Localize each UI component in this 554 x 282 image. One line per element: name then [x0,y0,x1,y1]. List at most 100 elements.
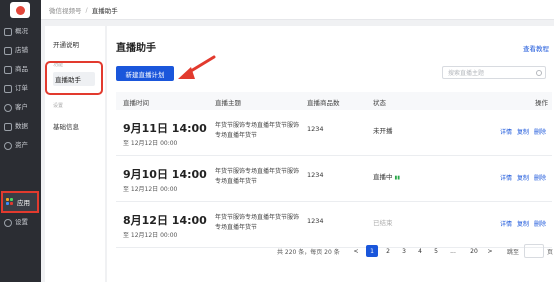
breadcrumb-separator: / [85,5,88,14]
row-actions: 详情 复制 删除 [500,127,551,136]
live-end-time: 至 12月12日 00:00 [123,232,178,239]
row-actions: 详情 复制 删除 [500,173,551,182]
sidebar-item-store[interactable]: 店铺 [0,44,41,57]
sidebar-item-customers[interactable]: 客户 [0,101,41,114]
sidebar-item-assets[interactable]: 资产 [0,139,41,152]
logo-mark-icon [15,5,25,15]
assets-icon [4,141,12,150]
live-theme: 年货节服饰专场直播年货节服饰专场直播年货节 [215,214,300,231]
column-header: 直播时间 [123,99,149,107]
jump-page-input[interactable] [524,244,544,258]
search-input[interactable]: 搜索直播主题 [442,66,546,79]
breadcrumb: 微信视频号 / 直播助手 [41,0,554,20]
sidebar-item-data[interactable]: 数据 [0,120,41,133]
row-actions: 详情 复制 删除 [500,219,551,228]
pagination: 共 220 条，每页 20 条 < 1 2 3 4 5 ... 20 > 跳至 … [107,244,554,258]
sidebar-item-apps[interactable]: 应用 [1,191,39,213]
copy-link[interactable]: 复制 [517,221,529,228]
status-badge: 未开播 [373,127,393,135]
goods-icon [4,65,12,74]
sidebar-item-label: 数据 [15,122,28,131]
detail-link[interactable]: 详情 [500,175,512,182]
goods-count: 1234 [307,125,324,133]
data-chart-icon [4,122,12,131]
shop-logo[interactable] [10,2,30,18]
sidebar-item-settings[interactable]: 设置 [0,216,41,229]
sidebar-item-label: 概况 [15,27,28,36]
help-link[interactable]: 查看教程 [523,43,549,53]
next-page-button[interactable]: > [484,245,496,257]
sidebar-item-overview[interactable]: 概况 [0,25,41,38]
table-row: 8月12日 14:00 至 12月12日 00:00 年货节服饰专场直播年货节服… [116,202,552,248]
search-icon[interactable] [536,69,542,76]
sidebar-item-goods[interactable]: 商品 [0,63,41,76]
page-button-2[interactable]: 2 [382,245,394,257]
goods-count: 1234 [307,217,324,225]
new-live-plan-button[interactable]: 新建直播计划 [116,66,174,81]
delete-link[interactable]: 删除 [534,129,546,136]
overview-icon [4,27,12,36]
apps-icon [6,198,14,206]
copy-link[interactable]: 复制 [517,129,529,136]
sidebar-item-label: 客户 [15,103,28,112]
submenu-item-intro[interactable]: 开通说明 [53,39,79,49]
sidebar-item-label: 订单 [15,84,28,93]
live-date: 9月10日 14:00 [123,168,207,181]
customer-icon [4,103,12,112]
prev-page-button[interactable]: < [350,245,362,257]
live-date: 8月12日 14:00 [123,214,207,227]
status-text: 直播中 [373,173,393,181]
page-button-1[interactable]: 1 [366,245,378,257]
jump-label: 跳至 [507,249,520,256]
column-header: 直播商品数 [307,99,340,107]
live-theme: 年货节服饰专场直播年货节服饰专场直播年货节 [215,122,300,139]
page-button-3[interactable]: 3 [398,245,410,257]
orders-icon [4,84,12,93]
live-end-time: 至 12月12日 00:00 [123,140,178,147]
page-button-5[interactable]: 5 [430,245,442,257]
apps-icon-cell [6,198,9,201]
submenu-item-label: 直播助手 [55,76,81,84]
apps-icon-cell [6,202,9,205]
sidebar-item-label: 应用 [17,199,30,207]
gear-icon [4,218,12,227]
store-icon [4,46,12,55]
page-button-20[interactable]: 20 [468,245,480,257]
status-badge: 已结束 [373,219,393,227]
column-header: 状态 [373,99,386,107]
goods-count: 1234 [307,171,324,179]
sidebar-item-label: 设置 [15,218,28,227]
breadcrumb-root[interactable]: 微信视频号 [49,5,82,15]
secondary-menu: 开通说明 功能 直播助手 设置 基础信息 [45,26,105,282]
page-ellipsis[interactable]: ... [447,245,459,257]
delete-link[interactable]: 删除 [534,175,546,182]
jump-unit: 页 [547,249,554,256]
breadcrumb-current: 直播助手 [91,6,118,15]
sidebar-item-label: 资产 [15,141,28,150]
main-panel: 直播助手 查看教程 新建直播计划 搜索直播主题 直播时间 直播主题 直播商品数 … [107,26,554,282]
copy-link[interactable]: 复制 [517,175,529,182]
submenu-item-basic-info[interactable]: 基础信息 [53,121,79,131]
apps-icon-cell [10,198,13,201]
apps-icon-cell [10,202,13,205]
sidebar-item-orders[interactable]: 订单 [0,82,41,95]
status-badge: 直播中 ▮▮ [373,171,400,181]
submenu-active-highlight: 直播助手 [45,61,103,95]
column-header: 操作 [535,99,548,107]
table-row: 9月11日 14:00 至 12月12日 00:00 年货节服饰专场直播年货节服… [116,110,552,156]
column-header: 直播主题 [215,99,241,107]
submenu-group-label: 设置 [53,103,64,109]
page-button-4[interactable]: 4 [414,245,426,257]
live-wave-icon: ▮▮ [394,175,401,181]
live-theme: 年货节服饰专场直播年货节服饰专场直播年货节 [215,168,300,185]
search-placeholder: 搜索直播主题 [448,70,485,77]
delete-link[interactable]: 删除 [534,221,546,228]
detail-link[interactable]: 详情 [500,129,512,136]
table-row: 9月10日 14:00 至 12月12日 00:00 年货节服饰专场直播年货节服… [116,156,552,202]
detail-link[interactable]: 详情 [500,221,512,228]
page-title: 直播助手 [116,43,156,54]
sidebar-item-label: 商品 [15,65,28,74]
annotation-arrow-icon [178,55,216,79]
submenu-item-live-assistant[interactable]: 直播助手 [53,72,95,86]
live-end-time: 至 12月12日 00:00 [123,186,178,193]
